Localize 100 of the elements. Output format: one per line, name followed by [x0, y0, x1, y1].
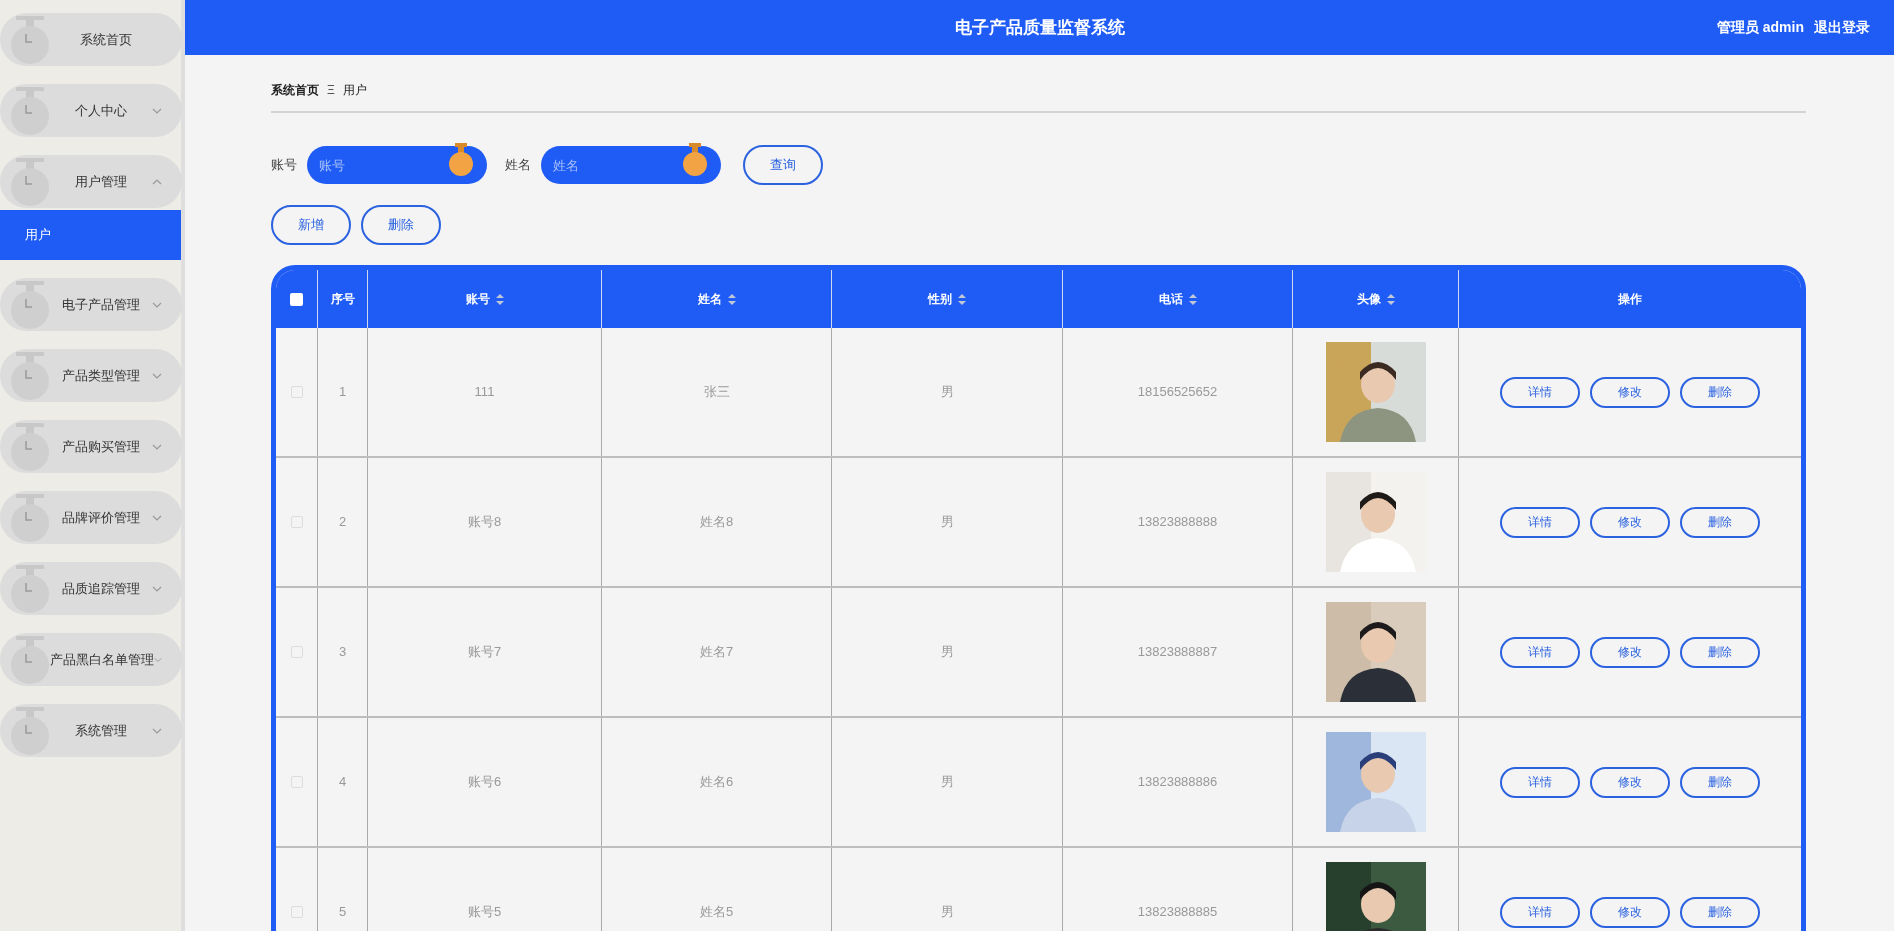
- menu-label: 系统首页: [79, 30, 133, 49]
- table-cell-text: 5: [338, 903, 347, 922]
- menu-icon: [10, 157, 50, 206]
- detail-button[interactable]: 详情: [1500, 896, 1580, 928]
- breadcrumb-item: 用户: [342, 82, 367, 99]
- menu-icon: [10, 280, 50, 329]
- chevron-down-icon: [152, 585, 162, 592]
- table-cell-text: 姓名5: [699, 903, 734, 922]
- edit-button[interactable]: 修改: [1590, 506, 1670, 538]
- menu-label: 产品类型管理: [61, 366, 141, 385]
- sidebar-menu-item[interactable]: 电子产品管理: [0, 278, 182, 331]
- column-header[interactable]: 性别: [928, 290, 952, 308]
- sidebar-menu-item[interactable]: 用户管理: [0, 155, 182, 208]
- table-cell-text: 13823888886: [1137, 773, 1218, 792]
- sort-icon[interactable]: [495, 293, 504, 305]
- field-label: 账号: [271, 156, 297, 175]
- menu-icon: [10, 351, 50, 400]
- table-cell-text: 13823888887: [1137, 643, 1218, 662]
- logout-link[interactable]: 退出登录: [1814, 17, 1870, 38]
- delete-button[interactable]: 删除: [1680, 636, 1760, 668]
- chevron-down-icon: [154, 656, 162, 663]
- menu-label: 个人中心: [74, 101, 128, 120]
- menu-label: 产品购买管理: [61, 437, 141, 456]
- sort-icon[interactable]: [1386, 293, 1395, 305]
- detail-button[interactable]: 详情: [1500, 376, 1580, 408]
- edit-button[interactable]: 修改: [1590, 636, 1670, 668]
- menu-icon: [10, 86, 50, 135]
- select-all-checkbox[interactable]: [290, 292, 303, 306]
- table-cell-text: 男: [940, 773, 954, 792]
- sidebar-menu-item[interactable]: 系统管理: [0, 704, 182, 757]
- detail-button[interactable]: 详情: [1500, 636, 1580, 668]
- table-cell-text: 2: [338, 513, 347, 532]
- submenu-item[interactable]: 用户: [0, 210, 181, 260]
- edit-button[interactable]: 修改: [1590, 896, 1670, 928]
- table-cell-text: 13823888888: [1137, 513, 1218, 532]
- column-header[interactable]: 账号: [465, 290, 490, 308]
- table-cell-text: 姓名6: [699, 773, 734, 792]
- detail-button[interactable]: 详情: [1500, 506, 1580, 538]
- delete-button[interactable]: 删除: [361, 205, 441, 245]
- knob-icon: [449, 143, 473, 177]
- search-button[interactable]: 查询: [743, 145, 823, 185]
- detail-button[interactable]: 详情: [1500, 766, 1580, 798]
- chevron-down-icon: [152, 107, 162, 114]
- breadcrumb-item[interactable]: 系统首页: [271, 81, 319, 99]
- search-field[interactable]: 账号: [307, 146, 487, 184]
- menu-label: 系统管理: [74, 721, 128, 740]
- search-field[interactable]: 姓名: [541, 146, 721, 184]
- sidebar-menu-item[interactable]: 产品黑白名单管理: [0, 633, 182, 686]
- sidebar-menu-item[interactable]: 品质追踪管理: [0, 562, 182, 615]
- sort-icon[interactable]: [1188, 293, 1197, 305]
- table-cell-text: 账号7: [467, 643, 502, 662]
- menu-label: 电子产品管理: [61, 295, 141, 314]
- column-header[interactable]: 电话: [1158, 290, 1183, 308]
- delete-button[interactable]: 删除: [1680, 376, 1760, 408]
- knob-icon: [683, 143, 707, 177]
- menu-label: 品质追踪管理: [61, 579, 141, 598]
- menu-label: 品牌评价管理: [61, 508, 141, 527]
- sidebar-menu-item[interactable]: 个人中心: [0, 84, 182, 137]
- sort-icon[interactable]: [958, 293, 966, 305]
- menu-icon: [10, 493, 50, 542]
- table-cell-text: 4: [338, 773, 347, 792]
- sidebar-menu-item[interactable]: 产品购买管理: [0, 420, 182, 473]
- table-cell-text: 男: [940, 643, 954, 662]
- column-header[interactable]: 姓名: [697, 290, 722, 308]
- table-cell-text: 13823888885: [1137, 903, 1218, 922]
- menu-icon: [10, 635, 50, 684]
- table-cell-text: 账号5: [467, 903, 502, 922]
- sidebar-menu-item[interactable]: 产品类型管理: [0, 349, 182, 402]
- table-cell-text: 账号8: [467, 513, 502, 532]
- table-cell-text: 姓名8: [699, 513, 734, 532]
- delete-button[interactable]: 删除: [1680, 766, 1760, 798]
- chevron-down-icon: [152, 514, 162, 521]
- menu-icon: [10, 706, 50, 755]
- column-header: 序号: [330, 291, 355, 308]
- table-cell-text: 男: [940, 383, 954, 402]
- edit-button[interactable]: 修改: [1590, 766, 1670, 798]
- edit-button[interactable]: 修改: [1590, 376, 1670, 408]
- table-cell-text: 男: [940, 903, 954, 922]
- delete-button[interactable]: 删除: [1680, 506, 1760, 538]
- chevron-down-icon: [152, 443, 162, 450]
- field-label: 姓名: [505, 156, 531, 175]
- menu-label: 用户管理: [74, 172, 128, 191]
- menu-icon: [10, 15, 50, 64]
- sidebar-menu-item[interactable]: 品牌评价管理: [0, 491, 182, 544]
- table-cell-text: 1: [338, 383, 347, 402]
- sort-icon[interactable]: [727, 293, 736, 305]
- add-button[interactable]: 新增: [271, 205, 351, 245]
- user-label: 管理员 admin: [1716, 18, 1804, 37]
- menu-icon: [10, 564, 50, 613]
- table-cell-text: 18156525652: [1137, 383, 1218, 402]
- table-cell-text: 111: [474, 383, 495, 402]
- delete-button[interactable]: 删除: [1680, 896, 1760, 928]
- table-cell-text: 3: [338, 643, 347, 662]
- column-header[interactable]: 头像: [1356, 290, 1381, 308]
- chevron-down-icon: [152, 372, 162, 379]
- sidebar-menu-item[interactable]: 系统首页: [0, 13, 182, 66]
- menu-icon: [10, 422, 50, 471]
- menu-label: 产品黑白名单管理: [50, 650, 154, 669]
- chevron-down-icon: [152, 301, 162, 308]
- app-title: 电子产品质量监督系统: [954, 16, 1125, 39]
